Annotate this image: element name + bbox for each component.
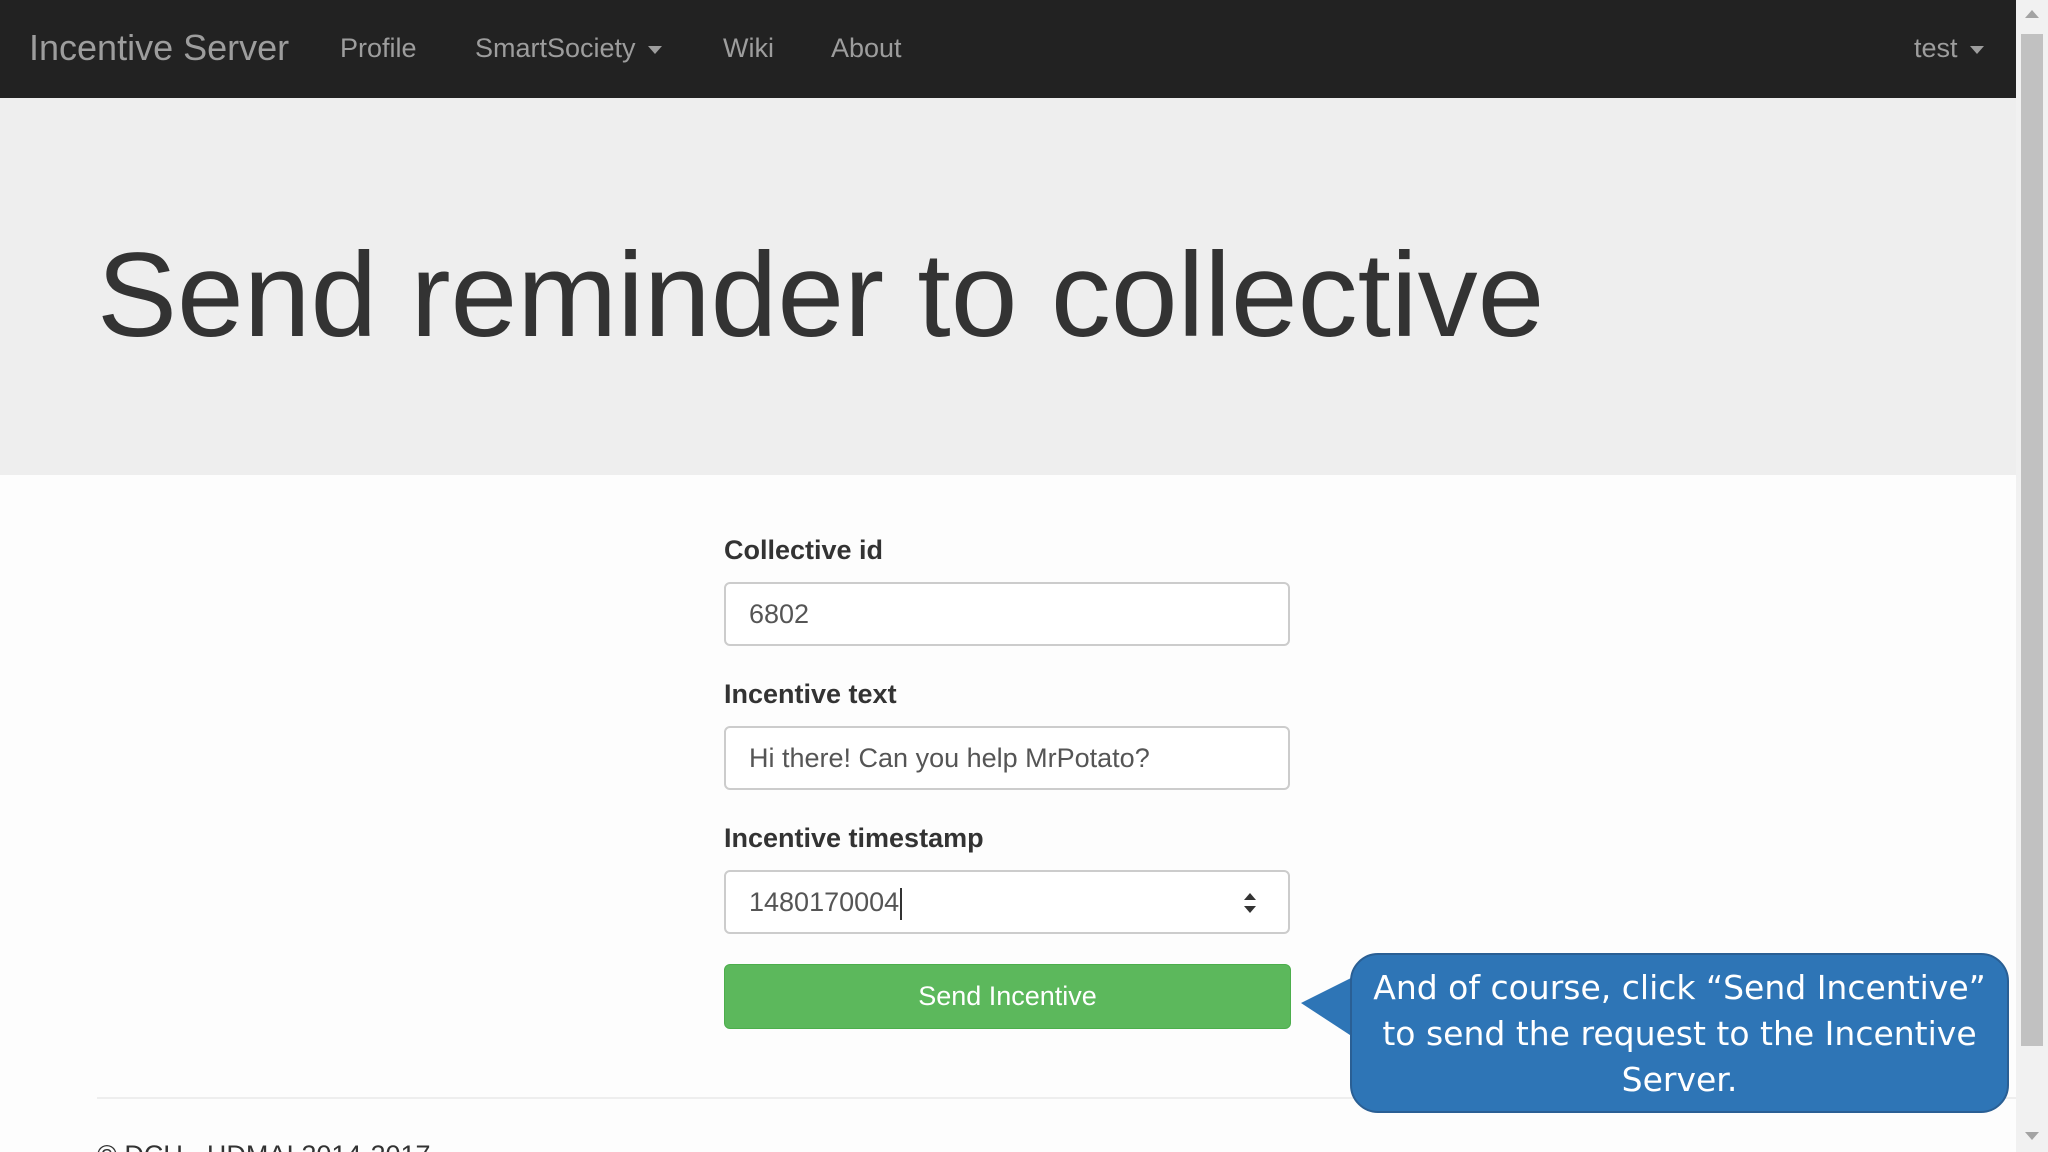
vertical-scrollbar[interactable]: [2016, 0, 2048, 1152]
footer-copyright: © DCU - HDMAI 2014-2017: [97, 1140, 431, 1152]
callout-pointer: [1301, 977, 1353, 1037]
incentive-timestamp-label: Incentive timestamp: [724, 823, 984, 853]
page-title: Send reminder to collective: [97, 228, 1545, 362]
nav-profile-link[interactable]: Profile: [340, 0, 417, 98]
collective-id-label: Collective id: [724, 535, 884, 565]
spinner-arrows-icon[interactable]: [1238, 889, 1262, 917]
user-menu-label: test: [1914, 33, 1958, 63]
nav-wiki-link[interactable]: Wiki: [723, 0, 774, 98]
brand-link[interactable]: Incentive Server: [29, 0, 289, 98]
incentive-text-label: Incentive text: [724, 679, 897, 709]
tutorial-callout: And of course, click “Send Incentive” to…: [1350, 953, 2009, 1113]
nav-smartsociety-dropdown[interactable]: SmartSociety: [475, 0, 662, 98]
top-navbar: Incentive Server Profile SmartSociety Wi…: [0, 0, 2016, 98]
incentive-timestamp-value: 1480170004: [749, 887, 900, 917]
arrow-up-icon[interactable]: [2025, 10, 2039, 18]
send-incentive-button[interactable]: Send Incentive: [724, 964, 1291, 1029]
caret-down-icon: [647, 45, 662, 54]
incentive-text-input[interactable]: Hi there! Can you help MrPotato?: [724, 726, 1290, 790]
user-menu-dropdown[interactable]: test: [1914, 0, 1984, 98]
collective-id-input[interactable]: 6802: [724, 582, 1290, 646]
incentive-timestamp-input[interactable]: 1480170004: [724, 870, 1290, 934]
nav-about-link[interactable]: About: [831, 0, 902, 98]
arrow-down-icon[interactable]: [2025, 1132, 2039, 1140]
incentive-text-value: Hi there! Can you help MrPotato?: [749, 743, 1150, 773]
caret-down-icon: [1969, 45, 1984, 54]
text-cursor: [900, 887, 903, 920]
nav-smartsociety-label: SmartSociety: [475, 33, 636, 63]
scrollbar-thumb[interactable]: [2021, 34, 2043, 1046]
page: Incentive Server Profile SmartSociety Wi…: [0, 0, 2048, 1152]
collective-id-value: 6802: [749, 599, 810, 629]
